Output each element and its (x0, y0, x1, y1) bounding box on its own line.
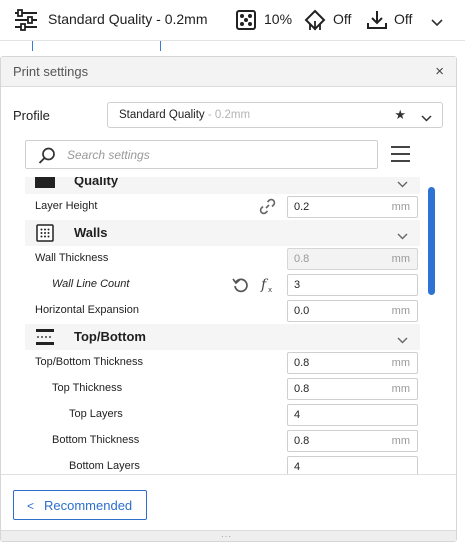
setting-label: Bottom Thickness (52, 434, 140, 446)
profile-dropdown-name: Standard Quality (119, 109, 205, 121)
field-unit: mm (391, 253, 410, 265)
setting-label: Wall Thickness (35, 252, 109, 264)
category-walls[interactable]: Walls (25, 220, 420, 246)
field-value: 4 (294, 461, 301, 473)
chevron-down-icon (397, 331, 408, 349)
chevron-down-icon (397, 227, 408, 245)
field-value: 0.8 (294, 383, 310, 395)
bottom-layers-input[interactable]: 4 (287, 456, 418, 475)
setting-bottom-layers: Bottom Layers 4 (25, 454, 420, 475)
category-quality[interactable]: Quality (25, 177, 420, 194)
setting-layer-height: Layer Height 0.2 mm (25, 194, 420, 220)
svg-text:x: x (268, 286, 272, 293)
setting-top-layers: Top Layers 4 (25, 402, 420, 428)
support-value: Off (333, 11, 352, 27)
top-layers-input[interactable]: 4 (287, 404, 418, 426)
top-thickness-input[interactable]: 0.8 mm (287, 378, 418, 400)
chevron-left-icon: < (27, 499, 35, 513)
link-icon[interactable] (259, 198, 276, 220)
setting-label: Wall Line Count (52, 278, 130, 290)
field-value: 0.8 (294, 253, 310, 265)
close-icon[interactable]: × (435, 63, 444, 80)
setting-wall-line-count: Wall Line Count f x 3 (25, 272, 420, 298)
wall-line-count-input[interactable]: 3 (287, 274, 418, 296)
setting-bottom-thickness: Bottom Thickness 0.8 mm (25, 428, 420, 454)
setting-label: Top Thickness (52, 382, 123, 394)
field-unit: mm (391, 305, 410, 317)
search-icon (38, 147, 56, 169)
panel-title: Print settings (13, 64, 89, 79)
support-icon[interactable] (304, 9, 326, 36)
category-title: Walls (74, 225, 108, 240)
adhesion-icon[interactable] (366, 9, 388, 36)
field-value: 0.8 (294, 357, 310, 369)
setting-wall-thickness: Wall Thickness 0.8 mm (25, 246, 420, 272)
wall-thickness-input[interactable]: 0.8 mm (287, 248, 418, 270)
menu-icon[interactable] (391, 146, 411, 164)
setting-label: Top/Bottom Thickness (35, 356, 144, 368)
category-title: Top/Bottom (74, 329, 146, 344)
quality-icon (35, 177, 55, 195)
settings-sliders-icon[interactable] (13, 8, 39, 37)
profile-label: Profile (13, 108, 50, 123)
horizontal-expansion-input[interactable]: 0.0 mm (287, 300, 418, 322)
panel-header: Print settings × (1, 57, 456, 87)
setting-label: Top Layers (69, 408, 123, 420)
profile-dropdown[interactable]: Standard Quality - 0.2mm ★ (107, 102, 443, 128)
top-toolbar: Standard Quality - 0.2mm 10% Off Off (0, 0, 465, 40)
setting-label: Horizontal Expansion (35, 304, 139, 316)
chevron-down-icon (421, 109, 432, 127)
settings-scrollbar[interactable] (428, 187, 435, 295)
profile-name[interactable]: Standard Quality - 0.2mm (48, 11, 208, 27)
field-value: 0.0 (294, 305, 310, 317)
layer-height-input[interactable]: 0.2 mm (287, 196, 418, 218)
star-icon[interactable]: ★ (394, 107, 406, 123)
setting-top-bottom-thickness: Top/Bottom Thickness 0.8 mm (25, 350, 420, 376)
field-value: 4 (294, 409, 301, 421)
settings-list: Quality Layer Height 0.2 mm Walls Wall T… (25, 177, 420, 475)
recommended-button[interactable]: < Recommended (13, 490, 147, 520)
setting-label: Layer Height (35, 200, 98, 212)
top-bottom-thickness-input[interactable]: 0.8 mm (287, 352, 418, 374)
setting-horizontal-expansion: Horizontal Expansion 0.0 mm (25, 298, 420, 324)
field-unit: mm (391, 201, 410, 213)
category-title: Quality (74, 177, 119, 188)
chevron-down-icon[interactable] (431, 14, 443, 32)
top-bottom-icon (35, 328, 55, 351)
search-input[interactable] (67, 146, 367, 164)
field-unit: mm (391, 435, 410, 447)
recommended-label: Recommended (44, 498, 133, 513)
field-unit: mm (391, 383, 410, 395)
resize-grip[interactable]: ··· (1, 530, 456, 541)
function-icon[interactable]: f x (259, 275, 276, 298)
adhesion-value: Off (394, 11, 413, 27)
setting-top-thickness: Top Thickness 0.8 mm (25, 376, 420, 402)
chevron-down-icon (397, 177, 408, 193)
profile-dropdown-sub: - 0.2mm (204, 109, 251, 121)
grip-dots: ··· (221, 532, 232, 541)
toolbar-separator (0, 40, 465, 52)
print-settings-panel: Print settings × Profile Standard Qualit… (0, 56, 457, 542)
walls-icon (35, 224, 55, 247)
field-value: 0.2 (294, 201, 310, 213)
infill-value: 10% (264, 11, 293, 27)
search-box (25, 140, 378, 169)
bottom-thickness-input[interactable]: 0.8 mm (287, 430, 418, 452)
category-top-bottom[interactable]: Top/Bottom (25, 324, 420, 350)
field-value: 0.8 (294, 435, 310, 447)
infill-icon[interactable] (236, 10, 256, 35)
footer-divider (1, 474, 456, 475)
setting-label: Bottom Layers (69, 460, 140, 472)
reset-icon[interactable] (232, 276, 249, 298)
field-unit: mm (391, 357, 410, 369)
field-value: 3 (294, 279, 301, 291)
